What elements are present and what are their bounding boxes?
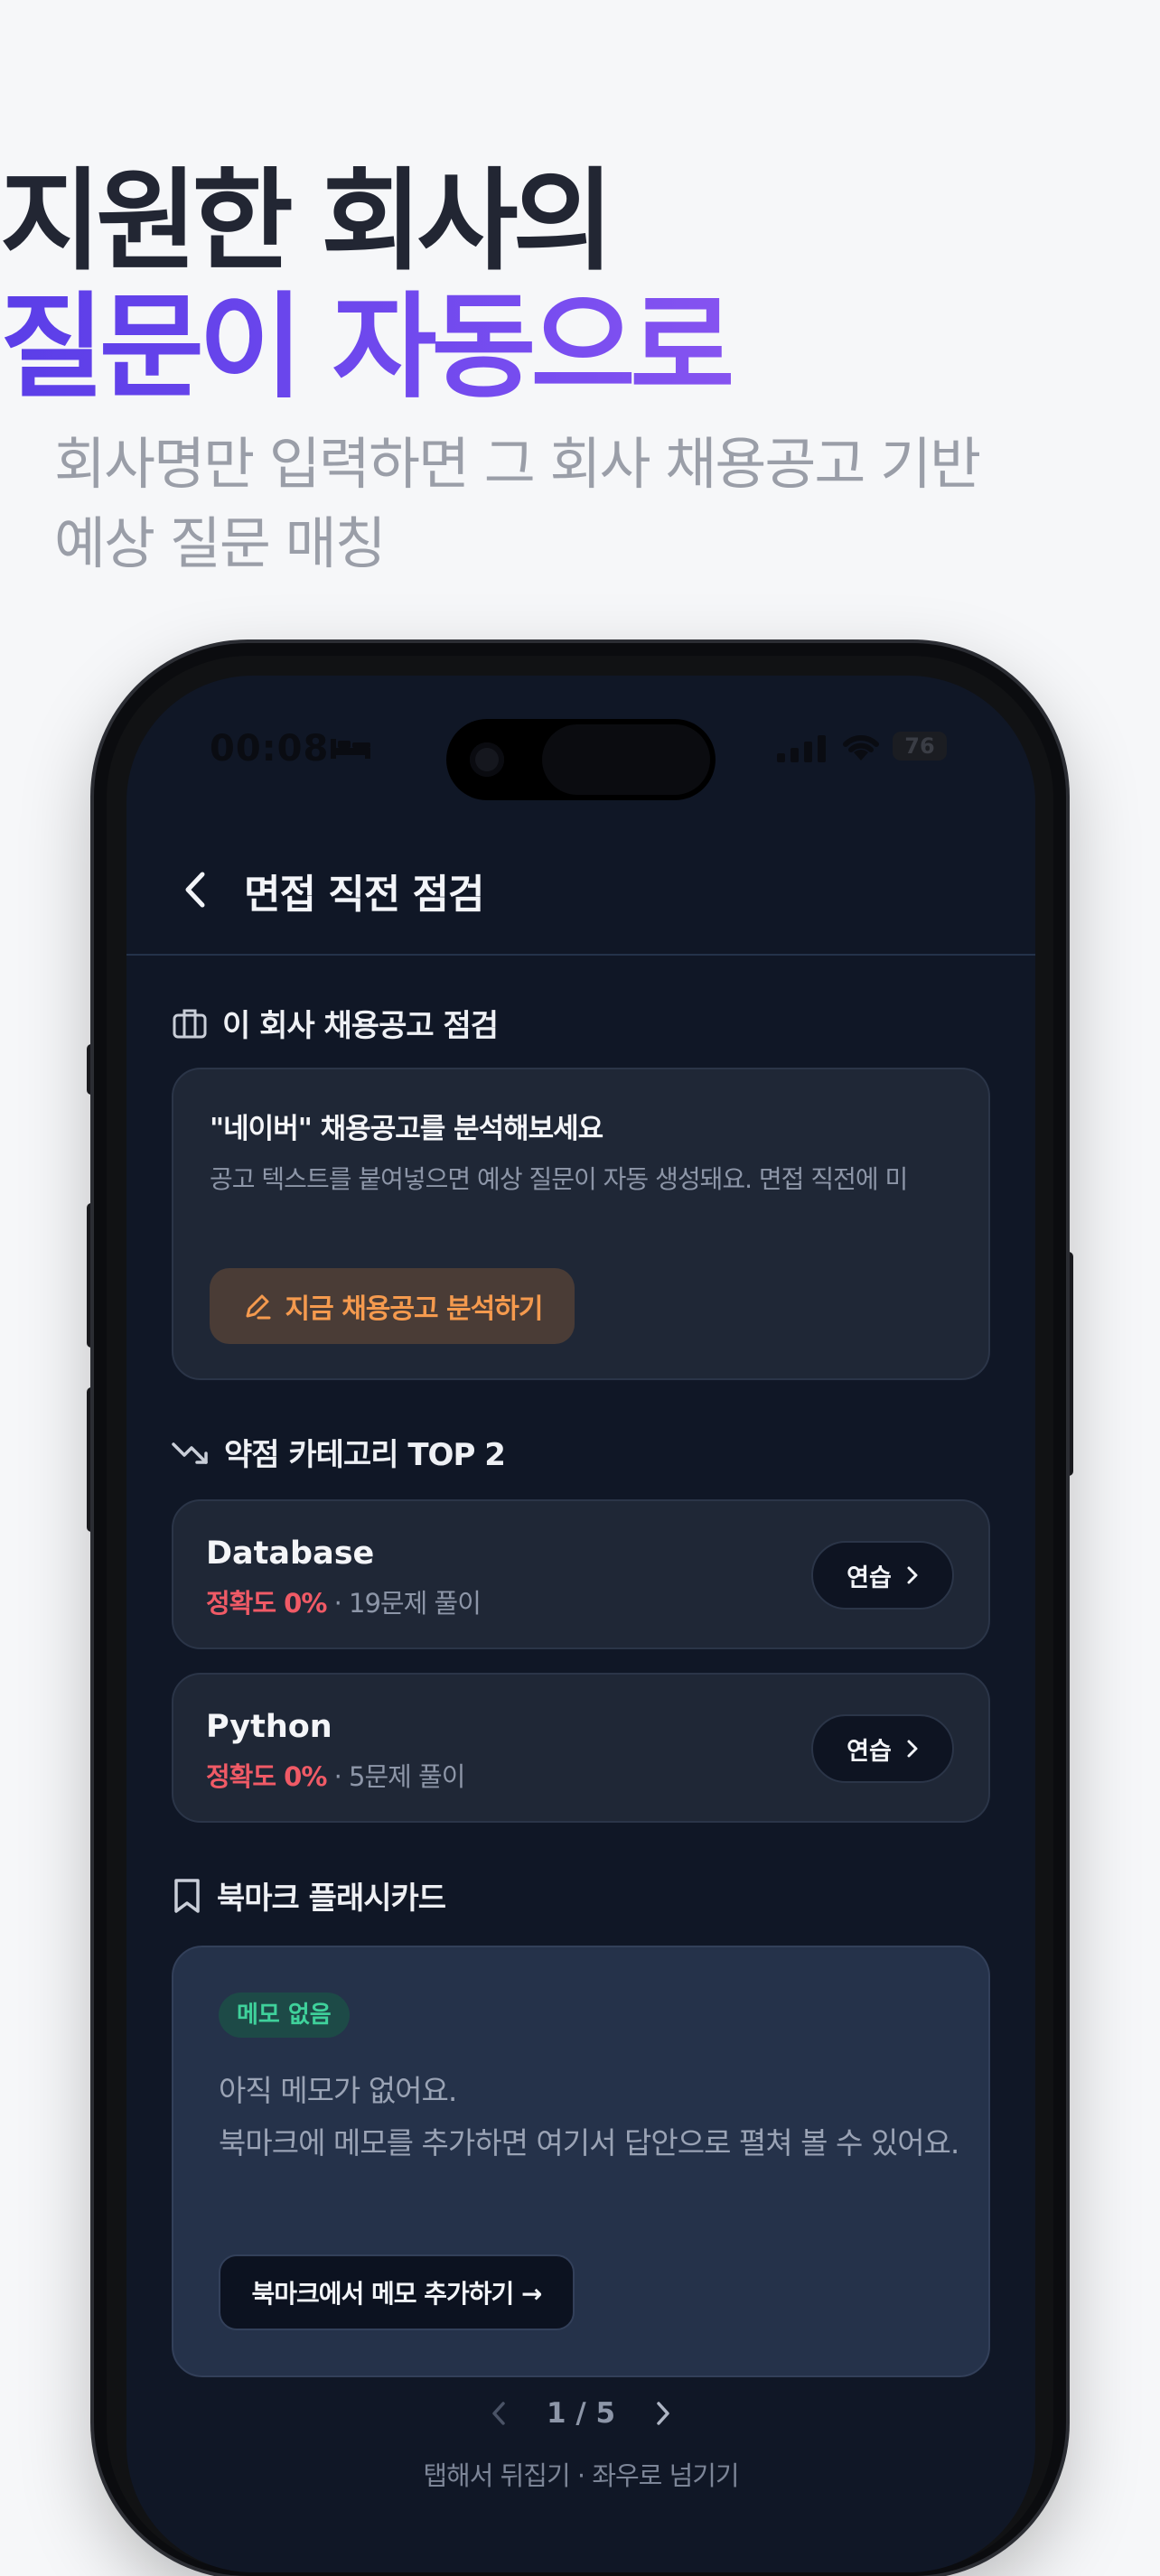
- nav-bar: 면접 직전 점검: [126, 820, 1035, 956]
- hero-subtitle-line2: 예상 질문 매칭: [54, 510, 387, 576]
- category-accuracy: 정확도 0%: [206, 1761, 327, 1792]
- back-chevron-icon[interactable]: [177, 867, 213, 912]
- weak-category-card[interactable]: Database 정확도 0% · 19문제 풀이 연습: [172, 1499, 990, 1649]
- pencil-icon: [246, 1294, 271, 1320]
- job-analysis-card: "네이버" 채용공고를 분석해보세요 공고 텍스트를 붙여넣으면 예상 질문이 …: [172, 1068, 990, 1380]
- bed-icon: [331, 739, 370, 759]
- flashcard-hint: 탭해서 뒤집기 · 좌우로 넘기기: [423, 2460, 739, 2491]
- flash-section-heading: 북마크 플래시카드: [172, 1873, 446, 1918]
- dynamic-island: [446, 719, 716, 800]
- status-time: 00:08: [210, 728, 330, 770]
- add-memo-button[interactable]: 북마크에서 메모 추가하기 →: [219, 2254, 575, 2330]
- job-section-title: 이 회사 채용공고 점검: [222, 1008, 499, 1044]
- phone-screen: 00:08 76 면접 직전 점검 이 회사 채용공고 점검 "네이버" 채용공…: [126, 676, 1035, 2572]
- job-section-heading: 이 회사 채용공고 점검: [172, 1001, 499, 1045]
- category-meta: 정확도 0% · 19문제 풀이: [206, 1582, 482, 1620]
- camera-icon: [470, 742, 504, 777]
- job-card-title: "네이버" 채용공고를 분석해보세요: [210, 1113, 603, 1145]
- signal-icon: [777, 735, 826, 762]
- analyze-job-posting-button[interactable]: 지금 채용공고 분석하기: [210, 1268, 575, 1344]
- category-count: · 5문제 풀이: [333, 1761, 466, 1792]
- hero-title-line2: 질문이 자동으로: [0, 280, 1160, 415]
- chevron-right-icon[interactable]: [655, 2400, 671, 2427]
- job-card-description: 공고 텍스트를 붙여넣으면 예상 질문이 자동 생성돼요. 면접 직전에 미: [210, 1164, 908, 1194]
- flashcard[interactable]: 메모 없음 아직 메모가 없어요. 북마크에 메모를 추가하면 여기서 답안으로…: [172, 1946, 990, 2377]
- flashcard-pager: 1 / 5: [126, 2397, 1035, 2430]
- briefcase-icon: [173, 1009, 207, 1038]
- page-indicator: 1 / 5: [546, 2397, 616, 2430]
- category-meta: 정확도 0% · 5문제 풀이: [206, 1756, 466, 1794]
- bookmark-icon: [174, 1878, 200, 1913]
- practice-button-label: 연습: [847, 1737, 892, 1766]
- hero-subtitle-line1: 회사명만 입력하면 그 회사 채용공고 기반: [54, 431, 981, 497]
- flash-section-title: 북마크 플래시카드: [217, 1881, 446, 1917]
- trending-down-icon: [172, 1442, 208, 1464]
- category-name: Python: [206, 1709, 332, 1745]
- practice-button-label: 연습: [847, 1563, 892, 1592]
- page-title: 면접 직전 점검: [244, 872, 485, 918]
- category-name: Database: [206, 1535, 375, 1572]
- wifi-icon: [843, 734, 879, 761]
- weak-section-title: 약점 카테고리 TOP 2: [224, 1437, 506, 1473]
- chevron-right-icon: [907, 1566, 918, 1584]
- memo-text: 아직 메모가 없어요. 북마크에 메모를 추가하면 여기서 답안으로 펼쳐 볼 …: [219, 2065, 959, 2170]
- hero-title-line1: 지원한 회사의: [0, 157, 614, 285]
- memo-text-line2: 북마크에 메모를 추가하면 여기서 답안으로 펼쳐 볼 수 있어요.: [219, 2125, 959, 2161]
- practice-button[interactable]: 연습: [811, 1714, 954, 1783]
- chevron-left-icon[interactable]: [491, 2400, 507, 2427]
- chevron-right-icon: [907, 1740, 918, 1758]
- practice-button[interactable]: 연습: [811, 1541, 954, 1610]
- category-accuracy: 정확도 0%: [206, 1588, 327, 1619]
- category-count: · 19문제 풀이: [333, 1588, 482, 1619]
- weak-category-card[interactable]: Python 정확도 0% · 5문제 풀이 연습: [172, 1673, 990, 1823]
- weak-section-heading: 약점 카테고리 TOP 2: [172, 1430, 506, 1474]
- analyze-button-label: 지금 채용공고 분석하기: [285, 1293, 544, 1325]
- memo-status-badge: 메모 없음: [219, 1993, 350, 2038]
- hero-subtitle: 회사명만 입력하면 그 회사 채용공고 기반 예상 질문 매칭: [54, 425, 1106, 583]
- battery-icon: 76: [893, 732, 947, 761]
- memo-text-line1: 아직 메모가 없어요.: [219, 2073, 457, 2108]
